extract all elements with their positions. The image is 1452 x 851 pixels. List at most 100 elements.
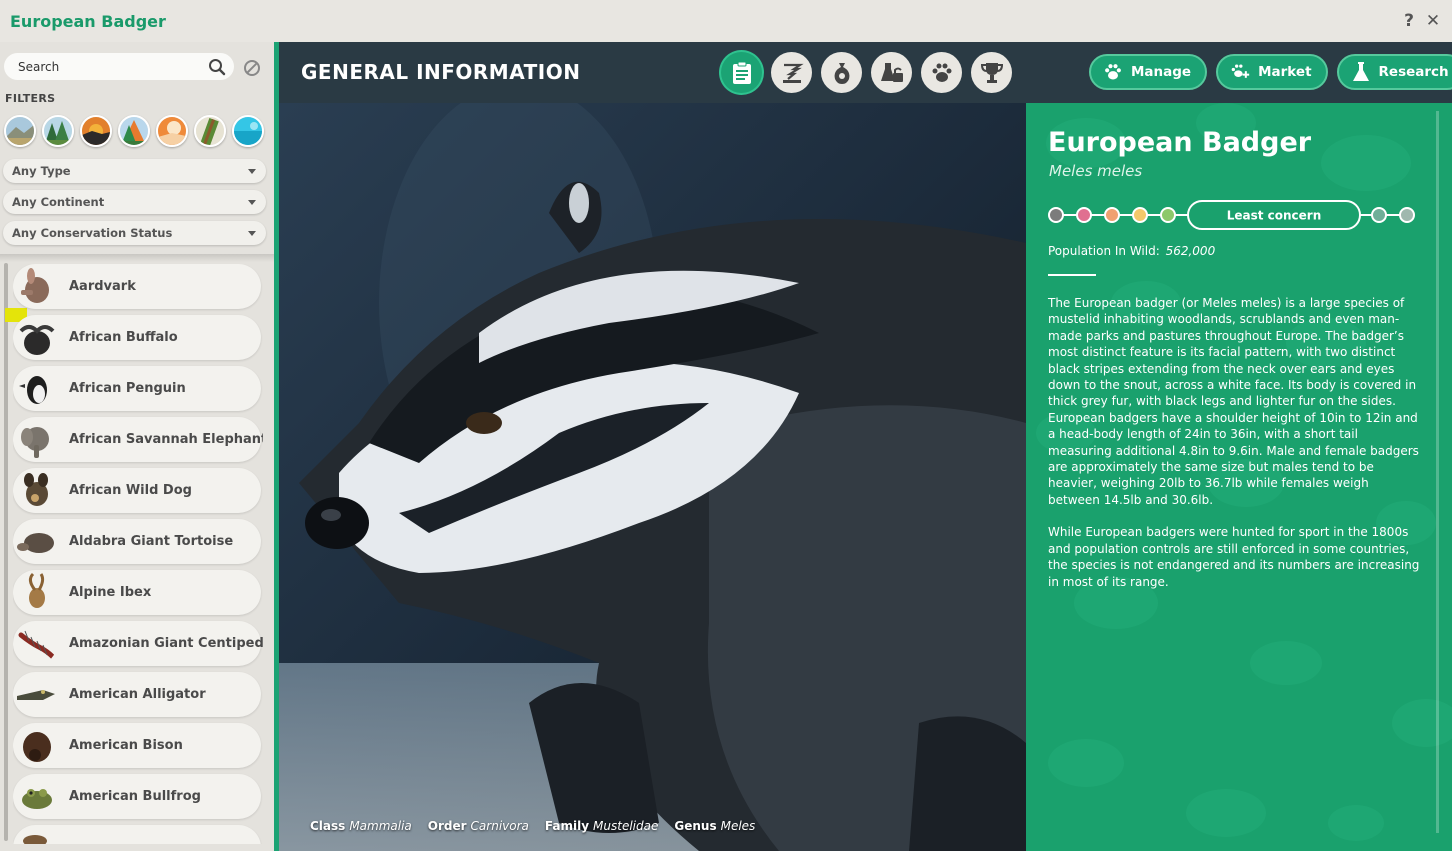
animal-item-american-bullfrog[interactable]: American Bullfrog <box>13 774 261 819</box>
page-header: GENERAL INFORMATION Manage Market Resear… <box>279 42 1452 103</box>
scientific-name: Meles meles <box>1049 162 1143 180</box>
desert-biome-icon[interactable] <box>80 115 112 147</box>
animal-name: Alpine Ibex <box>69 585 152 600</box>
flask-icon <box>1352 62 1369 81</box>
animal-item-amazonian-giant-centipede[interactable]: Amazonian Giant Centipede <box>13 621 263 666</box>
taiga-biome-icon[interactable] <box>194 115 226 147</box>
type-dropdown[interactable]: Any Type <box>3 159 266 183</box>
animal-photo: Class Mammalia Order Carnivora Family Muste… <box>279 103 1026 851</box>
tab-achievements[interactable] <box>971 52 1012 93</box>
class-value: Mammalia <box>349 819 412 833</box>
conservation-dropdown-value: Any Conservation Status <box>12 226 173 240</box>
search-box <box>4 53 234 80</box>
status-dot-data-deficient <box>1371 207 1387 223</box>
elephant-icon <box>15 418 57 461</box>
animal-name: African Wild Dog <box>69 483 192 498</box>
chevron-down-icon <box>248 230 256 236</box>
close-button[interactable]: ✕ <box>1424 11 1442 31</box>
animal-list-scrollbar[interactable] <box>4 263 8 841</box>
title-bar: European Badger ? ✕ <box>0 0 1452 42</box>
info-tabs <box>721 52 1012 93</box>
taxonomy-order: Order Carnivora <box>428 819 529 833</box>
animal-item-partial[interactable] <box>13 825 261 844</box>
paw-icon <box>1105 64 1121 80</box>
genus-label: Genus <box>674 819 717 833</box>
description: The European badger (or Meles meles) is … <box>1048 295 1424 606</box>
animal-item-african-wild-dog[interactable]: African Wild Dog <box>13 468 261 513</box>
animal-name: American Alligator <box>69 687 206 702</box>
class-label: Class <box>310 819 346 833</box>
status-dot-extinct-wild <box>1076 207 1092 223</box>
market-paw-icon <box>1231 64 1250 78</box>
animal-name: African Savannah Elephant <box>69 432 263 447</box>
animal-item-aldabra-giant-tortoise[interactable]: Aldabra Giant Tortoise <box>13 519 261 564</box>
genus-value: Meles <box>720 819 756 833</box>
description-paragraph-1: The European badger (or Meles meles) is … <box>1048 296 1419 507</box>
tundra-biome-icon[interactable] <box>156 115 188 147</box>
family-label: Family <box>544 819 590 833</box>
penguin-icon <box>15 367 57 410</box>
habitat-icon <box>782 63 804 83</box>
continent-dropdown[interactable]: Any Continent <box>3 190 266 214</box>
alligator-icon <box>15 673 57 716</box>
status-dot-not-evaluated <box>1399 207 1415 223</box>
temperate-biome-icon[interactable] <box>42 115 74 147</box>
grassland-biome-icon[interactable] <box>4 115 36 147</box>
animal-item-american-bison[interactable]: American Bison <box>13 723 261 768</box>
tab-welfare[interactable] <box>871 52 912 93</box>
tortoise-icon <box>15 520 57 563</box>
order-label: Order <box>427 819 467 833</box>
ibex-icon <box>15 571 57 614</box>
status-label: Least concern <box>1227 209 1322 223</box>
bison-icon <box>15 724 57 767</box>
animal-item-alpine-ibex[interactable]: Alpine Ibex <box>13 570 261 615</box>
search-input[interactable] <box>16 58 208 75</box>
badger-illustration <box>279 103 1026 851</box>
population-label: Population In Wild: <box>1048 244 1160 258</box>
research-button[interactable]: Research <box>1336 54 1452 90</box>
bullfrog-icon <box>15 775 57 818</box>
order-value: Carnivora <box>470 819 529 833</box>
tab-behaviour[interactable] <box>921 52 962 93</box>
trophy-icon <box>980 62 1003 83</box>
market-button[interactable]: Market <box>1216 54 1328 90</box>
clear-filters-icon[interactable] <box>242 58 262 78</box>
section-title: GENERAL INFORMATION <box>301 60 581 84</box>
animal-name: Amazonian Giant Centipede <box>69 636 263 651</box>
enrichment-icon <box>834 62 849 84</box>
info-scrollbar[interactable] <box>1436 111 1439 833</box>
population-value: 562,000 <box>1165 244 1216 258</box>
population: Population In Wild: 562,000 <box>1048 244 1215 258</box>
tropical-biome-icon[interactable] <box>118 115 150 147</box>
tab-habitat[interactable] <box>771 52 812 93</box>
wild-dog-icon <box>15 469 57 512</box>
help-button[interactable]: ? <box>1400 11 1418 31</box>
taxonomy-genus: Genus Meles <box>674 819 755 833</box>
research-button-label: Research <box>1378 64 1449 80</box>
animal-name: Aldabra Giant Tortoise <box>69 534 234 549</box>
species-name: European Badger <box>1048 127 1312 158</box>
conservation-status-scale: Least concern <box>1048 200 1415 230</box>
status-dot-vulnerable <box>1160 207 1176 223</box>
animal-item-american-alligator[interactable]: American Alligator <box>13 672 261 717</box>
family-value: Mustelidae <box>593 819 659 833</box>
status-dot-extinct <box>1048 207 1064 223</box>
animal-thumb-icon <box>15 826 57 844</box>
manage-button[interactable]: Manage <box>1089 54 1208 90</box>
centipede-icon <box>15 622 57 665</box>
window-title: European Badger <box>10 11 166 31</box>
status-dot-endangered <box>1132 207 1148 223</box>
animal-item-aardvark[interactable]: Aardvark <box>13 264 261 309</box>
conservation-dropdown[interactable]: Any Conservation Status <box>3 221 266 245</box>
chevron-down-icon <box>248 168 256 174</box>
taxonomy-class: Class Mammalia <box>310 819 412 833</box>
search-icon[interactable] <box>208 58 226 76</box>
tab-general-info[interactable] <box>721 52 762 93</box>
animal-name: American Bison <box>69 738 183 753</box>
animal-item-african-penguin[interactable]: African Penguin <box>13 366 261 411</box>
animal-item-african-savannah-elephant[interactable]: African Savannah Elephant <box>13 417 263 462</box>
tab-enrichment[interactable] <box>821 52 862 93</box>
welfare-icon <box>880 62 903 82</box>
aquatic-biome-icon[interactable] <box>232 115 264 147</box>
animal-item-african-buffalo[interactable]: African Buffalo <box>13 315 261 360</box>
